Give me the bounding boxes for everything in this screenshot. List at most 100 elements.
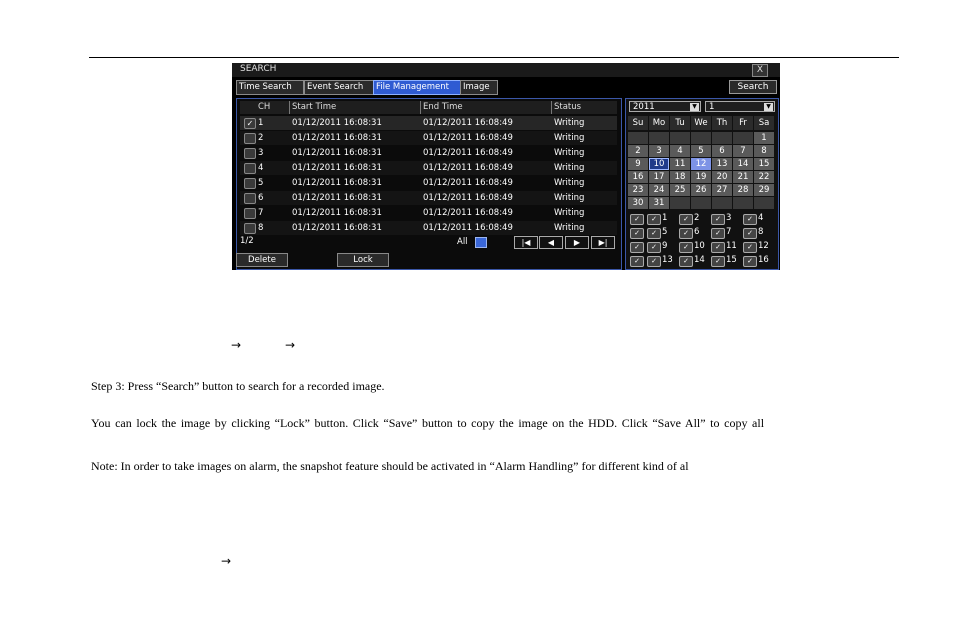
channel-checkbox[interactable]: ✓ bbox=[647, 228, 661, 239]
calendar-day[interactable]: 23 bbox=[628, 184, 648, 196]
chevron-down-icon: ▼ bbox=[690, 103, 699, 111]
channel-checkbox[interactable]: ✓ bbox=[647, 256, 661, 267]
row-ch: 7 bbox=[258, 208, 264, 218]
last-page-button[interactable]: ▶| bbox=[591, 236, 615, 249]
row-end-time: 01/12/2011 16:08:49 bbox=[423, 178, 513, 188]
tab-image[interactable]: Image bbox=[460, 80, 498, 95]
first-page-button[interactable]: |◀ bbox=[514, 236, 538, 249]
calendar-day[interactable]: 24 bbox=[649, 184, 669, 196]
select-all-checkbox[interactable] bbox=[475, 237, 487, 248]
row-checkbox[interactable] bbox=[244, 178, 256, 189]
calendar-day[interactable]: 4 bbox=[670, 145, 690, 157]
table-row[interactable]: 3 01/12/2011 16:08:31 01/12/2011 16:08:49 W… bbox=[240, 146, 617, 160]
calendar-empty-cell bbox=[691, 132, 711, 144]
calendar-day[interactable]: 3 bbox=[649, 145, 669, 157]
row-checkbox[interactable] bbox=[244, 163, 256, 174]
year-value: 2011 bbox=[633, 102, 655, 112]
row-end-time: 01/12/2011 16:08:49 bbox=[423, 223, 513, 233]
row-ch: 3 bbox=[258, 148, 264, 158]
year-select[interactable]: 2011 ▼ bbox=[629, 101, 701, 112]
row-status: Writing bbox=[554, 118, 585, 128]
tab-file-management[interactable]: File Management bbox=[373, 80, 461, 95]
channel-label: 12 bbox=[758, 241, 769, 251]
row-status: Writing bbox=[554, 148, 585, 158]
calendar-day[interactable]: 1 bbox=[754, 132, 774, 144]
table-row[interactable]: 5 01/12/2011 16:08:31 01/12/2011 16:08:49 W… bbox=[240, 176, 617, 190]
calendar-day[interactable]: 15 bbox=[754, 158, 774, 170]
table-row[interactable]: 8 01/12/2011 16:08:31 01/12/2011 16:08:49 W… bbox=[240, 221, 617, 235]
row-checkbox[interactable] bbox=[244, 148, 256, 159]
weekday-header: Su bbox=[628, 116, 648, 130]
row-checkbox[interactable] bbox=[244, 223, 256, 234]
calendar-day[interactable]: 19 bbox=[691, 171, 711, 183]
channel-checkbox[interactable]: ✓ bbox=[647, 242, 661, 253]
calendar-day[interactable]: 17 bbox=[649, 171, 669, 183]
calendar-day[interactable]: 5 bbox=[691, 145, 711, 157]
table-row[interactable]: 4 01/12/2011 16:08:31 01/12/2011 16:08:49 W… bbox=[240, 161, 617, 175]
calendar-day[interactable]: 7 bbox=[733, 145, 753, 157]
row-checkbox[interactable] bbox=[244, 193, 256, 204]
tab-event-search[interactable]: Event Search bbox=[304, 80, 374, 95]
channel-checkbox[interactable]: ✓ bbox=[743, 256, 757, 267]
table-row[interactable]: 7 01/12/2011 16:08:31 01/12/2011 16:08:49 W… bbox=[240, 206, 617, 220]
channel-checkbox[interactable]: ✓ bbox=[711, 242, 725, 253]
calendar-day[interactable]: 30 bbox=[628, 197, 648, 209]
calendar-day[interactable]: 21 bbox=[733, 171, 753, 183]
channel-checkbox[interactable]: ✓ bbox=[711, 228, 725, 239]
select-all-label: All bbox=[457, 237, 468, 247]
dvr-search-window: SEARCH X Time Search Event Search File M… bbox=[232, 63, 780, 270]
calendar-day[interactable]: 8 bbox=[754, 145, 774, 157]
row-ch: 2 bbox=[258, 133, 264, 143]
search-button[interactable]: Search bbox=[729, 80, 777, 94]
lock-button[interactable]: Lock bbox=[337, 253, 389, 267]
calendar-day[interactable]: 6 bbox=[712, 145, 732, 157]
calendar-day[interactable]: 25 bbox=[670, 184, 690, 196]
channel-checkbox[interactable]: ✓ bbox=[711, 214, 725, 225]
calendar-day[interactable]: 28 bbox=[733, 184, 753, 196]
channel-row-checkbox[interactable]: ✓ bbox=[630, 228, 644, 239]
calendar-day[interactable]: 27 bbox=[712, 184, 732, 196]
calendar-day[interactable]: 14 bbox=[733, 158, 753, 170]
channel-checkbox[interactable]: ✓ bbox=[711, 256, 725, 267]
calendar-day[interactable]: 13 bbox=[712, 158, 732, 170]
calendar-day[interactable]: 22 bbox=[754, 171, 774, 183]
table-row[interactable]: 6 01/12/2011 16:08:31 01/12/2011 16:08:49 W… bbox=[240, 191, 617, 205]
weekday-header: Fr bbox=[733, 116, 753, 130]
calendar-empty-cell bbox=[733, 132, 753, 144]
row-checkbox[interactable] bbox=[244, 133, 256, 144]
close-button[interactable]: X bbox=[752, 64, 768, 77]
channel-row-checkbox[interactable]: ✓ bbox=[630, 256, 644, 267]
calendar-day[interactable]: 9 bbox=[628, 158, 648, 170]
calendar-day[interactable]: 29 bbox=[754, 184, 774, 196]
row-checkbox[interactable]: ✓ bbox=[244, 118, 256, 129]
calendar-day[interactable]: 10 bbox=[649, 158, 669, 170]
table-row[interactable]: ✓ 1 01/12/2011 16:08:31 01/12/2011 16:08:49… bbox=[240, 116, 617, 130]
row-checkbox[interactable] bbox=[244, 208, 256, 219]
channel-row-checkbox[interactable]: ✓ bbox=[630, 214, 644, 225]
channel-checkbox[interactable]: ✓ bbox=[743, 228, 757, 239]
channel-checkbox[interactable]: ✓ bbox=[679, 228, 693, 239]
channel-checkbox[interactable]: ✓ bbox=[743, 214, 757, 225]
table-row[interactable]: 2 01/12/2011 16:08:31 01/12/2011 16:08:49 W… bbox=[240, 131, 617, 145]
calendar-day[interactable]: 20 bbox=[712, 171, 732, 183]
channel-checkbox[interactable]: ✓ bbox=[647, 214, 661, 225]
calendar-day[interactable]: 2 bbox=[628, 145, 648, 157]
calendar-day[interactable]: 11 bbox=[670, 158, 690, 170]
calendar-day[interactable]: 31 bbox=[649, 197, 669, 209]
channel-checkbox[interactable]: ✓ bbox=[743, 242, 757, 253]
calendar-day[interactable]: 26 bbox=[691, 184, 711, 196]
channel-row-checkbox[interactable]: ✓ bbox=[630, 242, 644, 253]
next-page-button[interactable]: ▶ bbox=[565, 236, 589, 249]
calendar-day[interactable]: 18 bbox=[670, 171, 690, 183]
tab-time-search[interactable]: Time Search bbox=[236, 80, 304, 95]
channel-checkbox[interactable]: ✓ bbox=[679, 242, 693, 253]
calendar-day[interactable]: 12 bbox=[691, 158, 711, 170]
delete-button[interactable]: Delete bbox=[236, 253, 288, 267]
channel-label: 5 bbox=[662, 227, 668, 237]
calendar-day[interactable]: 16 bbox=[628, 171, 648, 183]
prev-page-button[interactable]: ◀ bbox=[539, 236, 563, 249]
channel-checkbox[interactable]: ✓ bbox=[679, 256, 693, 267]
calendar-empty-cell bbox=[733, 197, 753, 209]
channel-checkbox[interactable]: ✓ bbox=[679, 214, 693, 225]
month-select[interactable]: 1 ▼ bbox=[705, 101, 775, 112]
